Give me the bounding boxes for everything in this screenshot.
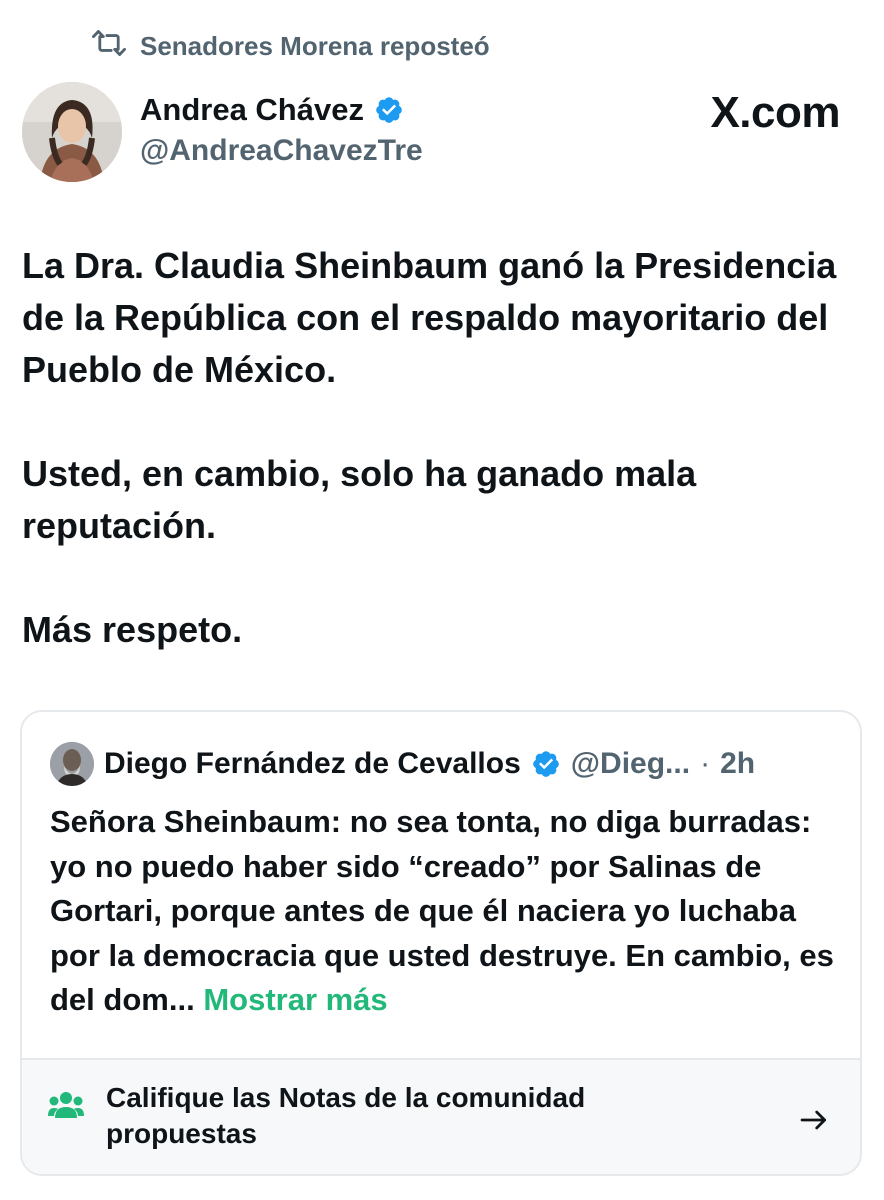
show-more-link[interactable]: Mostrar más (203, 982, 387, 1017)
tweet-text: La Dra. Claudia Sheinbaum ganó la Presid… (22, 240, 852, 656)
repost-label: Senadores Morena reposteó (140, 30, 490, 61)
arrow-right-icon[interactable] (798, 1104, 830, 1136)
time-separator: · (700, 747, 711, 780)
community-notes-prompt[interactable]: Califique las Notas de la comunidad prop… (22, 1058, 860, 1174)
quoted-author-avatar[interactable] (50, 742, 94, 786)
repost-indicator[interactable]: Senadores Morena reposteó (92, 28, 490, 64)
quoted-author-handle[interactable]: @Dieg... (571, 747, 690, 781)
verified-badge-icon (374, 95, 404, 125)
tweet-paragraph: Usted, en cambio, solo ha ganado mala re… (22, 453, 697, 546)
community-icon (48, 1090, 84, 1120)
author-handle[interactable]: @AndreaChavezTre (140, 134, 423, 168)
quoted-tweet-text: Señora Sheinbaum: no sea tonta, no diga … (50, 800, 840, 1023)
quoted-tweet-card[interactable]: Diego Fernández de Cevallos @Dieg... · 2… (20, 710, 862, 1176)
quoted-author-name[interactable]: Diego Fernández de Cevallos (104, 747, 521, 781)
tweet-paragraph: La Dra. Claudia Sheinbaum ganó la Presid… (22, 245, 837, 390)
author-name-row[interactable]: Andrea Chávez (140, 92, 404, 128)
author-name[interactable]: Andrea Chávez (140, 92, 364, 128)
community-notes-label: Califique las Notas de la comunidad prop… (106, 1082, 586, 1149)
tweet-paragraph: Más respeto. (22, 609, 243, 650)
quoted-tweet-body: Señora Sheinbaum: no sea tonta, no diga … (50, 804, 834, 1017)
repost-icon (92, 26, 127, 67)
x-brand-logo: X.com (710, 88, 840, 137)
verified-badge-icon (531, 749, 561, 779)
author-avatar[interactable] (22, 82, 122, 182)
quoted-tweet-header: Diego Fernández de Cevallos @Dieg... · 2… (50, 742, 755, 786)
quoted-timestamp[interactable]: 2h (720, 747, 755, 781)
